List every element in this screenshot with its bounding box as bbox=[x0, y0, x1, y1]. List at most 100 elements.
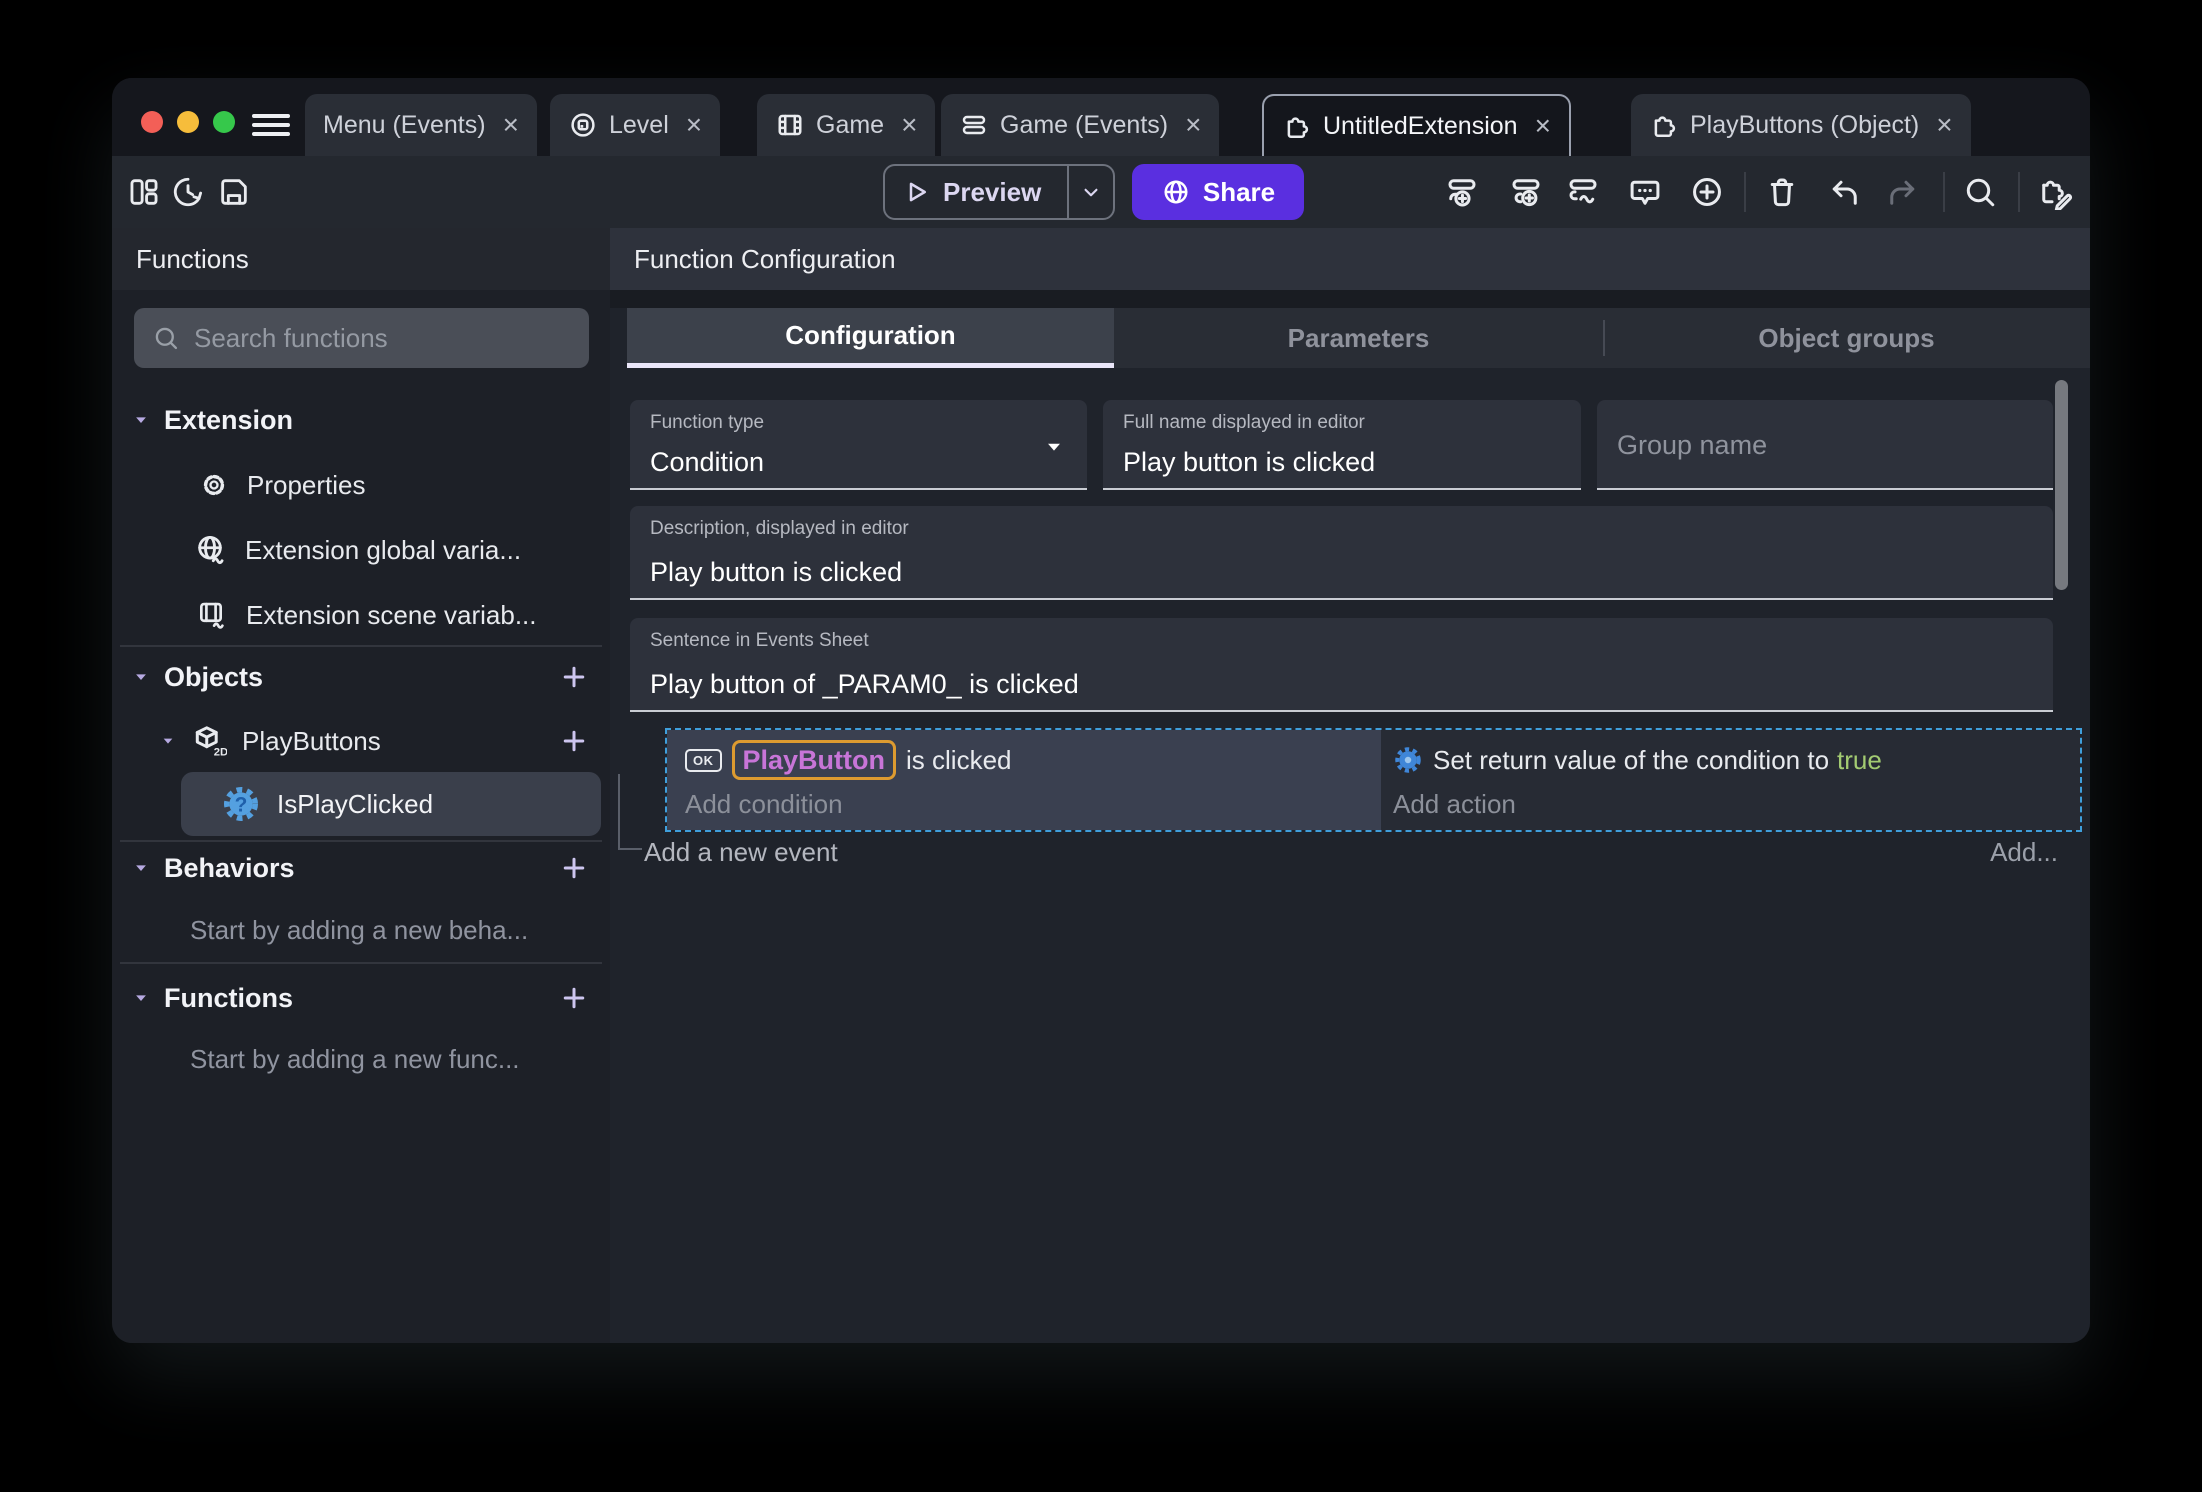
sidebar-item-properties[interactable]: Properties bbox=[200, 457, 366, 513]
search-functions-input[interactable] bbox=[194, 322, 571, 354]
toggle-panels-button[interactable] bbox=[122, 170, 166, 214]
svg-text:2D: 2D bbox=[214, 746, 227, 758]
section-extension[interactable]: Extension bbox=[132, 392, 293, 448]
condition-playbutton-clicked[interactable]: OK PlayButton is clicked bbox=[685, 738, 1381, 782]
save-button[interactable] bbox=[212, 170, 256, 214]
tab-object-groups[interactable]: Object groups bbox=[1603, 308, 2090, 368]
add-subevent-button[interactable] bbox=[1504, 170, 1548, 214]
tab-parameters[interactable]: Parameters bbox=[1114, 308, 1603, 368]
sidebar-item-extension-global-variables[interactable]: Extension global varia... bbox=[194, 522, 521, 578]
add-more-button[interactable]: Add... bbox=[1990, 828, 2058, 876]
version-history-button[interactable] bbox=[166, 170, 210, 214]
close-icon[interactable]: × bbox=[901, 111, 917, 139]
add-condition-label: Add condition bbox=[685, 788, 843, 819]
share-button[interactable]: Share bbox=[1132, 164, 1304, 220]
search-functions-box[interactable] bbox=[134, 308, 589, 368]
section-behaviors[interactable]: Behaviors bbox=[132, 840, 295, 896]
function-type-field[interactable]: Function type Condition bbox=[630, 400, 1087, 490]
section-label: Objects bbox=[164, 661, 264, 692]
add-new-event-label: Add a new event bbox=[644, 836, 838, 867]
tab-playbuttons-object[interactable]: PlayButtons (Object) × bbox=[1631, 94, 1971, 156]
event-tree-connector bbox=[618, 774, 620, 850]
sidebar-item-label: IsPlayClicked bbox=[277, 788, 434, 819]
tab-untitled-extension[interactable]: UntitledExtension × bbox=[1262, 94, 1571, 156]
edit-extension-button[interactable] bbox=[2033, 170, 2077, 214]
event-actions-column[interactable]: Set return value of the condition to tru… bbox=[1381, 730, 2080, 830]
description-input[interactable] bbox=[650, 557, 2033, 588]
toolbar: Preview Share bbox=[112, 156, 2090, 228]
action-text: Set return value of the condition to bbox=[1433, 744, 1830, 775]
add-new-event-button[interactable]: Add a new event bbox=[644, 828, 838, 876]
dropdown-caret-icon[interactable] bbox=[1043, 436, 1065, 458]
field-label: Full name displayed in editor bbox=[1123, 412, 1365, 433]
add-object-button[interactable] bbox=[558, 661, 590, 693]
close-icon[interactable]: × bbox=[1185, 111, 1201, 139]
plus-icon bbox=[563, 987, 585, 1009]
description-field[interactable]: Description, displayed in editor bbox=[630, 506, 2053, 600]
main-menu-icon[interactable] bbox=[252, 114, 290, 136]
window-zoom-button[interactable] bbox=[213, 111, 235, 133]
section-label: Extension bbox=[164, 404, 294, 435]
redo-button[interactable] bbox=[1881, 170, 1925, 214]
close-icon[interactable]: × bbox=[503, 111, 519, 139]
window-minimize-button[interactable] bbox=[177, 111, 199, 133]
sentence-field[interactable]: Sentence in Events Sheet bbox=[630, 618, 2053, 712]
globe-icon bbox=[1164, 180, 1188, 204]
tab-game-events[interactable]: Game (Events) × bbox=[941, 94, 1220, 156]
puzzle-edit-icon bbox=[2042, 180, 2073, 210]
action-value-true: true bbox=[1837, 744, 1882, 775]
object-chip-playbutton[interactable]: PlayButton bbox=[731, 740, 897, 780]
field-label: Description, displayed in editor bbox=[650, 518, 909, 539]
window-close-button[interactable] bbox=[141, 111, 163, 133]
full-name-field[interactable]: Full name displayed in editor bbox=[1103, 400, 1581, 490]
sidebar-item-isplayclicked[interactable]: ? IsPlayClicked bbox=[181, 772, 601, 836]
close-icon[interactable]: × bbox=[1535, 112, 1551, 140]
sentence-input[interactable] bbox=[650, 669, 2033, 700]
undo-button[interactable] bbox=[1822, 170, 1866, 214]
sidebar-item-extension-scene-variables[interactable]: Extension scene variab... bbox=[196, 587, 537, 643]
chevron-down-icon bbox=[136, 417, 146, 423]
window-tab-bar: Menu (Events) × Level × Game × Game (Eve… bbox=[112, 78, 2090, 156]
group-name-field[interactable] bbox=[1597, 400, 2053, 490]
scrollbar-thumb[interactable] bbox=[2055, 380, 2068, 590]
add-comment-button[interactable] bbox=[1623, 170, 1667, 214]
svg-text:?: ? bbox=[235, 793, 248, 816]
add-event-button[interactable] bbox=[1440, 170, 1484, 214]
hint-label: Start by adding a new func... bbox=[190, 1043, 520, 1074]
tab-menu-events[interactable]: Menu (Events) × bbox=[305, 94, 537, 156]
preview-label: Preview bbox=[943, 176, 1042, 207]
add-condition-button[interactable]: Add condition bbox=[685, 782, 1381, 826]
add-function-button[interactable] bbox=[558, 982, 590, 1014]
section-functions[interactable]: Functions bbox=[132, 970, 293, 1026]
search-events-button[interactable] bbox=[1958, 170, 2002, 214]
action-gear-icon bbox=[1395, 747, 1421, 773]
preview-main[interactable]: Preview bbox=[885, 166, 1067, 218]
full-name-input[interactable] bbox=[1123, 447, 1561, 478]
sidebar-item-playbuttons[interactable]: 2D PlayButtons bbox=[160, 713, 381, 769]
search-icon bbox=[1966, 178, 1995, 207]
close-icon[interactable]: × bbox=[1936, 111, 1952, 139]
section-objects[interactable]: Objects bbox=[132, 649, 263, 705]
tab-level[interactable]: Level × bbox=[550, 94, 721, 156]
add-other-event-button[interactable] bbox=[1561, 170, 1605, 214]
add-object-function-button[interactable] bbox=[558, 725, 590, 757]
add-button[interactable] bbox=[1685, 170, 1729, 214]
event-row[interactable]: OK PlayButton is clicked Add condition S… bbox=[665, 728, 2082, 832]
tab-configuration[interactable]: Configuration bbox=[627, 308, 1114, 368]
group-name-input[interactable] bbox=[1617, 429, 2033, 461]
circle-plus-icon bbox=[1693, 178, 1721, 206]
share-label: Share bbox=[1202, 176, 1276, 207]
add-action-button[interactable]: Add action bbox=[1393, 782, 2080, 826]
tab-game[interactable]: Game × bbox=[757, 94, 936, 156]
scene-variable-icon bbox=[200, 602, 224, 629]
add-behavior-button[interactable] bbox=[558, 852, 590, 884]
chevron-down-icon bbox=[1084, 188, 1098, 197]
close-icon[interactable]: × bbox=[686, 111, 702, 139]
preview-options-button[interactable] bbox=[1067, 166, 1113, 218]
preview-button[interactable]: Preview bbox=[883, 164, 1115, 220]
action-set-return-value[interactable]: Set return value of the condition to tru… bbox=[1393, 738, 2080, 782]
delete-button[interactable] bbox=[1760, 170, 1804, 214]
event-conditions-column[interactable]: OK PlayButton is clicked Add condition bbox=[667, 730, 1381, 830]
events-icon bbox=[959, 110, 989, 140]
puzzle-icon bbox=[1649, 110, 1679, 140]
